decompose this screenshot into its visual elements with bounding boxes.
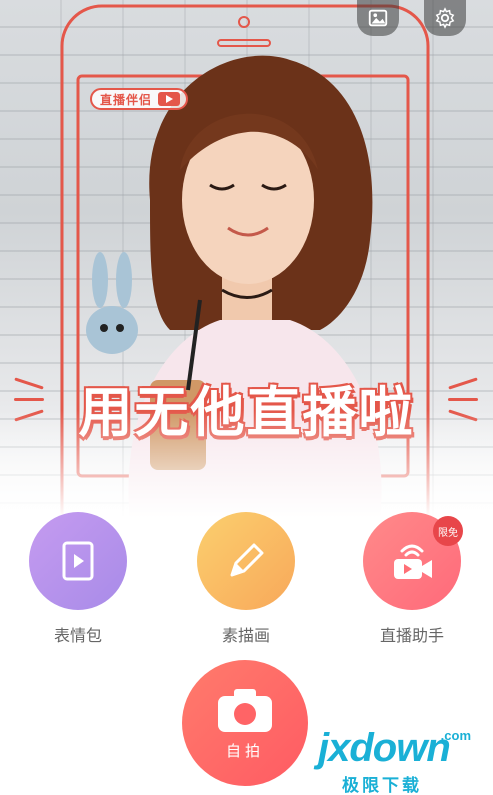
sticker-button[interactable]: [29, 512, 127, 610]
selfie-label: 自拍: [225, 742, 264, 760]
watermark-cn: 极限下载: [342, 776, 422, 795]
watermark-brand: jxdown: [318, 726, 451, 770]
camera-icon: [218, 688, 272, 732]
selfie-button[interactable]: 自拍: [182, 660, 308, 786]
gallery-icon[interactable]: [357, 0, 399, 36]
pencil-icon: [230, 543, 264, 577]
sticker-play-icon: [62, 541, 94, 581]
feature-label: 直播助手: [379, 628, 444, 645]
live-assistant-button[interactable]: 限免: [363, 512, 463, 610]
feature-sketch[interactable]: 素描画: [186, 512, 306, 646]
watermark-com: .com: [440, 728, 471, 743]
site-watermark: jxdown .com 极限下载: [308, 726, 493, 795]
live-camera-icon: [394, 544, 432, 579]
feature-label: 素描画: [221, 628, 270, 645]
live-companion-badge: 直播伴侣: [90, 88, 189, 110]
feature-label: 表情包: [53, 628, 102, 645]
feature-live-assistant[interactable]: 限免 直播助手: [352, 512, 472, 646]
hero-banner: 直播伴侣 用无他直播啦: [0, 0, 493, 530]
play-icon: [158, 92, 181, 106]
feature-sticker[interactable]: 表情包: [18, 512, 138, 646]
sketch-button[interactable]: [197, 512, 295, 610]
free-badge: 限免: [433, 516, 463, 546]
settings-icon[interactable]: [424, 0, 466, 36]
